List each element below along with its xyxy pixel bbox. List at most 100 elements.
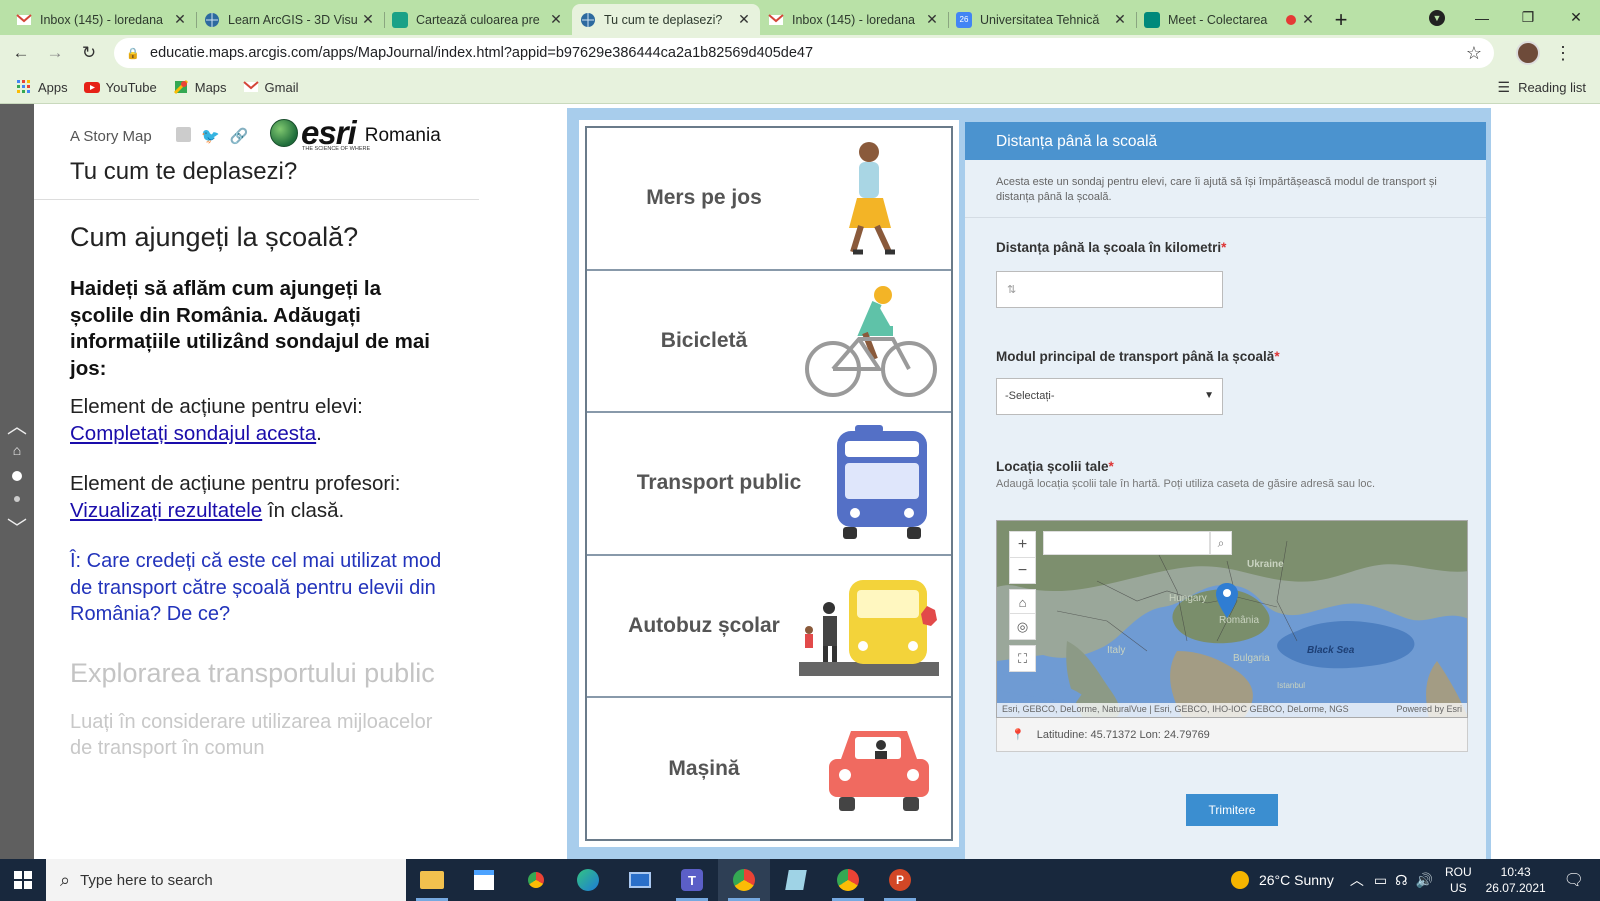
tab-universitatea[interactable]: 26 Universitatea Tehnicǎ ✕: [948, 4, 1136, 35]
store-icon[interactable]: [458, 859, 510, 901]
location-map[interactable]: Ukraine Hungary România Italy Bulgaria B…: [996, 520, 1468, 718]
close-tab-icon[interactable]: ✕: [924, 11, 940, 28]
taskbar-search[interactable]: ⌕ Type here to search: [46, 859, 406, 901]
survey-link[interactable]: Completați sondajul acesta: [70, 422, 316, 445]
battery-icon[interactable]: ▭: [1374, 872, 1387, 889]
bookmark-label: YouTube: [105, 79, 157, 95]
file-explorer-icon[interactable]: [406, 859, 458, 901]
search-icon[interactable]: ⌕: [1210, 531, 1232, 555]
tab-learn-arcgis[interactable]: Learn ArcGIS - 3D Visu ✕: [196, 4, 384, 35]
notifications-icon[interactable]: 🗨: [1564, 870, 1584, 890]
chrome-icon[interactable]: [510, 859, 562, 901]
system-tray: 26°C Sunny ︿ ▭ ☊ 🔊 ROU US 10:43 26.07.20…: [1230, 859, 1600, 901]
section-dot-active[interactable]: [0, 468, 34, 486]
tab-search-icon[interactable]: ▼: [1422, 0, 1452, 35]
link-icon[interactable]: 🔗: [230, 127, 249, 145]
section-dot[interactable]: [0, 489, 34, 507]
powered-by[interactable]: Powered by Esri: [1396, 704, 1462, 714]
bookmark-youtube[interactable]: YouTube: [83, 79, 157, 95]
students-prefix: Element de acțiune pentru elevi:: [70, 395, 363, 418]
bookmark-maps[interactable]: Maps: [173, 79, 227, 95]
language-indicator[interactable]: ROU US: [1445, 864, 1472, 896]
reading-list-button[interactable]: ☰ Reading list: [1498, 79, 1587, 96]
teams-icon[interactable]: T: [666, 859, 718, 901]
transport-mode-select[interactable]: -Selectați- ▼: [996, 378, 1223, 415]
close-tab-icon[interactable]: ✕: [172, 11, 188, 28]
results-link[interactable]: Vizualizați rezultatele: [70, 499, 262, 522]
map-attribution: Esri, GEBCO, DeLorme, NaturalVue | Esri,…: [997, 703, 1467, 717]
story-narrative-panel: A Story Map 🐦 🔗 esri THE SCIENCE OF WHER…: [34, 104, 479, 859]
bookmark-star-icon[interactable]: ☆: [1466, 43, 1482, 64]
powerpoint-icon[interactable]: P: [874, 859, 926, 901]
submit-button[interactable]: Trimitere: [1186, 794, 1278, 826]
location-pin-icon[interactable]: [1216, 583, 1238, 619]
close-window-icon[interactable]: ✕: [1552, 0, 1600, 35]
zoom-in-button[interactable]: +: [1009, 531, 1036, 558]
gmail-icon: [16, 12, 32, 28]
chrome-second-icon[interactable]: [822, 859, 874, 901]
new-tab-button[interactable]: +: [1324, 4, 1358, 35]
tray-expand-icon[interactable]: ︿: [1350, 870, 1364, 890]
bookmark-gmail[interactable]: Gmail: [242, 79, 298, 95]
fullscreen-icon[interactable]: ⛶: [1009, 645, 1036, 672]
transport-row: Bicicletă: [587, 268, 951, 412]
notes-app-icon[interactable]: [770, 859, 822, 901]
clock[interactable]: 10:43 26.07.2021: [1486, 864, 1546, 896]
close-tab-icon[interactable]: ✕: [1300, 11, 1316, 28]
distance-input[interactable]: ⇅: [996, 271, 1223, 308]
locate-icon[interactable]: ◎: [1009, 613, 1036, 640]
recording-dot-icon: [1286, 14, 1296, 25]
chevron-up-icon[interactable]: ︿: [0, 410, 34, 439]
restore-icon[interactable]: ❐: [1504, 0, 1552, 35]
browser-tab-strip: Inbox (145) - loredana ✕ Learn ArcGIS - …: [0, 0, 1600, 35]
weather-text[interactable]: 26°C Sunny: [1259, 872, 1334, 888]
home-extent-icon[interactable]: ⌂: [1009, 589, 1036, 616]
volume-icon[interactable]: 🔊: [1416, 872, 1433, 889]
clock-time: 10:43: [1500, 865, 1531, 879]
back-arrow-icon[interactable]: ←: [6, 38, 36, 68]
tab-title: Inbox (145) - loredana: [40, 12, 163, 27]
transport-mode-label: Modul principal de transport până la șco…: [996, 349, 1280, 364]
minimize-icon[interactable]: —: [1460, 0, 1504, 35]
clock-date: 26.07.2021: [1485, 881, 1546, 895]
close-tab-icon[interactable]: ✕: [736, 11, 752, 28]
bookmark-label: Apps: [38, 79, 68, 95]
edge-icon[interactable]: [562, 859, 614, 901]
tab-inbox-1[interactable]: Inbox (145) - loredana ✕: [8, 4, 196, 35]
transport-row: Mers pe jos: [587, 128, 951, 269]
coordinates-text: Latitudine: 45.71372 Lon: 24.79769: [1036, 728, 1210, 741]
tab-title: Tu cum te deplasezi?: [604, 12, 723, 27]
language-code: ROU: [1444, 865, 1472, 879]
reload-icon[interactable]: ↻: [74, 38, 104, 68]
forward-arrow-icon[interactable]: →: [40, 38, 70, 68]
chrome-profile-icon[interactable]: [718, 859, 770, 901]
zoom-out-button[interactable]: −: [1009, 557, 1036, 584]
map-search-input[interactable]: [1043, 531, 1210, 555]
chevron-down-icon[interactable]: ﹀: [0, 512, 34, 541]
network-icon[interactable]: ☊: [1395, 872, 1407, 889]
windows-start-icon[interactable]: [0, 859, 46, 901]
esri-romania-logo[interactable]: esri THE SCIENCE OF WHERE Romania: [270, 114, 441, 152]
bookmark-label: Maps: [194, 79, 227, 95]
transport-mode-selected: -Selectați-: [1005, 390, 1055, 402]
tab-inbox-2[interactable]: Inbox (145) - loredana ✕: [760, 4, 948, 35]
transport-label: Transport public: [636, 471, 802, 495]
address-bar[interactable]: 🔒 educatie.maps.arcgis.com/apps/MapJourn…: [114, 38, 1494, 68]
home-icon[interactable]: ⌂: [0, 442, 34, 458]
tab-title: Universitatea Tehnicǎ: [980, 12, 1100, 27]
twitter-icon[interactable]: 🐦: [201, 127, 220, 145]
tab-tu-cum-te-deplasezi[interactable]: Tu cum te deplasezi? ✕: [572, 4, 760, 35]
close-tab-icon[interactable]: ✕: [1112, 11, 1128, 28]
close-tab-icon[interactable]: ✕: [360, 11, 376, 28]
close-tab-icon[interactable]: ✕: [548, 11, 564, 28]
map-label: Ukraine: [1247, 559, 1284, 570]
profile-avatar[interactable]: [1516, 41, 1540, 65]
bookmark-apps[interactable]: Apps: [16, 79, 68, 95]
facebook-icon[interactable]: [176, 127, 191, 142]
attribution-text: Esri, GEBCO, DeLorme, NaturalVue | Esri,…: [1002, 704, 1349, 714]
tab-meet[interactable]: Meet - Colectarea ✕: [1136, 4, 1324, 35]
menu-kebab-icon[interactable]: ⋮: [1554, 43, 1572, 64]
remote-desktop-icon[interactable]: [614, 859, 666, 901]
tab-carteaza[interactable]: Carteazǎ culoarea pre ✕: [384, 4, 572, 35]
teachers-prefix: Element de acțiune pentru profesori:: [70, 472, 401, 495]
